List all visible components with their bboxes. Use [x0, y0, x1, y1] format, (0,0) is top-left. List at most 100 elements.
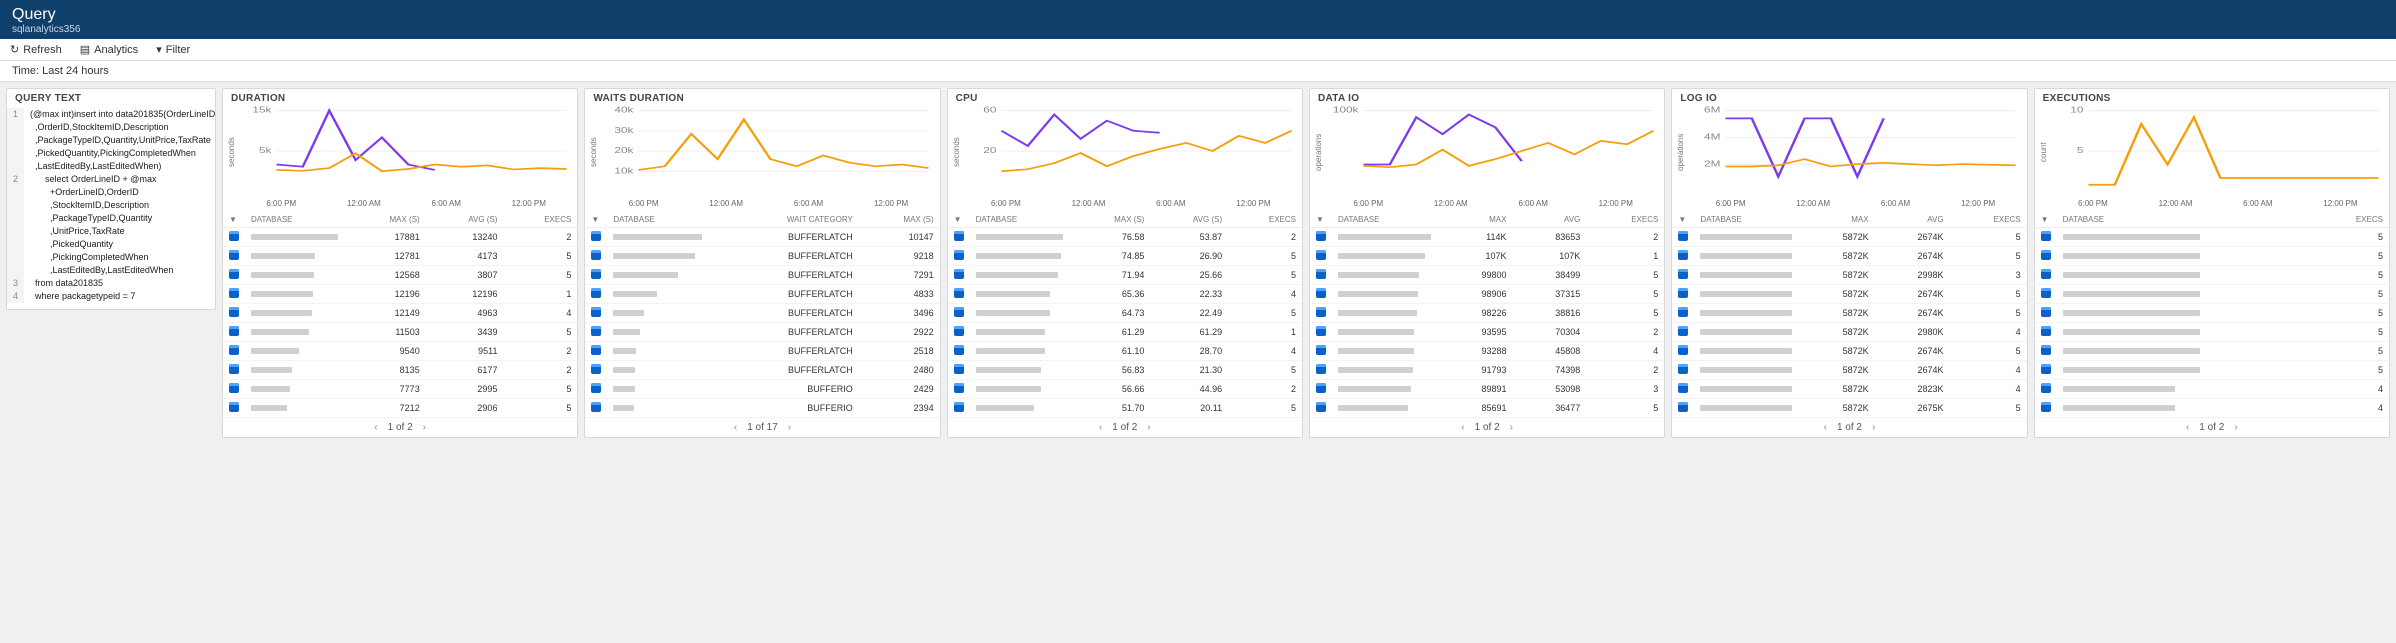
- col-header[interactable]: DATABASE: [607, 212, 709, 228]
- table-row[interactable]: 12196121961: [223, 285, 577, 304]
- pager-prev[interactable]: ‹: [2186, 422, 2189, 433]
- table-row[interactable]: 61.1028.704: [948, 342, 1302, 361]
- col-header[interactable]: DATABASE: [1332, 212, 1439, 228]
- funnel-icon[interactable]: ▼: [2041, 215, 2049, 224]
- funnel-icon[interactable]: ▼: [1316, 215, 1324, 224]
- pager-prev[interactable]: ‹: [734, 422, 737, 433]
- table-row[interactable]: 98226388165: [1310, 304, 1664, 323]
- col-header[interactable]: EXECS: [1950, 212, 2027, 228]
- table-row[interactable]: 5: [2035, 266, 2389, 285]
- table-row[interactable]: 777329955: [223, 380, 577, 399]
- col-header[interactable]: MAX: [1800, 212, 1875, 228]
- table-row[interactable]: 5872K2675K5: [1672, 399, 2026, 418]
- col-header[interactable]: EXECS: [1228, 212, 1302, 228]
- table-row[interactable]: 4: [2035, 380, 2389, 399]
- table-row[interactable]: 4: [2035, 399, 2389, 418]
- table-row[interactable]: 5872K2998K3: [1672, 266, 2026, 285]
- table-row[interactable]: 93595703042: [1310, 323, 1664, 342]
- table-row[interactable]: 56.6644.962: [948, 380, 1302, 399]
- table-row[interactable]: 5: [2035, 247, 2389, 266]
- table-row[interactable]: BUFFERLATCH9218: [585, 247, 939, 266]
- table-row[interactable]: 1150334395: [223, 323, 577, 342]
- table-row[interactable]: 65.3622.334: [948, 285, 1302, 304]
- table-row[interactable]: BUFFERLATCH2518: [585, 342, 939, 361]
- table-row[interactable]: 5: [2035, 361, 2389, 380]
- table-row[interactable]: 954095112: [223, 342, 577, 361]
- col-header[interactable]: MAX: [1439, 212, 1513, 228]
- table-row[interactable]: 1256838075: [223, 266, 577, 285]
- table-row[interactable]: 76.5853.872: [948, 228, 1302, 247]
- pager-prev[interactable]: ‹: [1461, 422, 1464, 433]
- table-row[interactable]: 721229065: [223, 399, 577, 418]
- table-row[interactable]: 85691364775: [1310, 399, 1664, 418]
- col-header[interactable]: DATABASE: [2057, 212, 2209, 228]
- table-row[interactable]: 64.7322.495: [948, 304, 1302, 323]
- funnel-icon[interactable]: ▼: [591, 215, 599, 224]
- col-header[interactable]: EXECS: [503, 212, 577, 228]
- table-row[interactable]: 5872K2674K5: [1672, 304, 2026, 323]
- table-row[interactable]: 107K107K1: [1310, 247, 1664, 266]
- pager-prev[interactable]: ‹: [1824, 422, 1827, 433]
- col-header[interactable]: WAIT CATEGORY: [710, 212, 859, 228]
- pager-prev[interactable]: ‹: [1099, 422, 1102, 433]
- col-header[interactable]: MAX (S): [859, 212, 940, 228]
- pager-next[interactable]: ›: [1872, 422, 1875, 433]
- table-row[interactable]: BUFFERLATCH4833: [585, 285, 939, 304]
- table-row[interactable]: BUFFERLATCH7291: [585, 266, 939, 285]
- table-row[interactable]: 5872K2674K5: [1672, 228, 2026, 247]
- table-row[interactable]: 5872K2674K4: [1672, 361, 2026, 380]
- pager-next[interactable]: ›: [2234, 422, 2237, 433]
- col-header[interactable]: EXECS: [2277, 212, 2389, 228]
- table-row[interactable]: 5: [2035, 285, 2389, 304]
- table-row[interactable]: 5872K2823K4: [1672, 380, 2026, 399]
- table-row[interactable]: 1278141735: [223, 247, 577, 266]
- table-row[interactable]: 1214949634: [223, 304, 577, 323]
- col-header[interactable]: AVG: [1875, 212, 1950, 228]
- col-header[interactable]: DATABASE: [1694, 212, 1799, 228]
- analytics-button[interactable]: ▤ Analytics: [80, 43, 138, 56]
- pager-next[interactable]: ›: [1510, 422, 1513, 433]
- table-row[interactable]: 89891530983: [1310, 380, 1664, 399]
- table-row[interactable]: BUFFERLATCH10147: [585, 228, 939, 247]
- table-row[interactable]: 98906373155: [1310, 285, 1664, 304]
- table-row[interactable]: BUFFERLATCH2922: [585, 323, 939, 342]
- col-header[interactable]: MAX (S): [346, 212, 426, 228]
- col-header[interactable]: [2209, 212, 2243, 228]
- col-header[interactable]: AVG: [1512, 212, 1586, 228]
- table-row[interactable]: BUFFERLATCH2480: [585, 361, 939, 380]
- col-header[interactable]: EXECS: [1586, 212, 1664, 228]
- refresh-button[interactable]: ↻ Refresh: [10, 43, 62, 56]
- pager-prev[interactable]: ‹: [374, 422, 377, 433]
- table-row[interactable]: 5872K2674K5: [1672, 342, 2026, 361]
- table-row[interactable]: 5: [2035, 323, 2389, 342]
- table-row[interactable]: BUFFERIO2429: [585, 380, 939, 399]
- table-row[interactable]: 5872K2674K5: [1672, 247, 2026, 266]
- col-header[interactable]: [2243, 212, 2277, 228]
- table-row[interactable]: BUFFERLATCH3496: [585, 304, 939, 323]
- table-row[interactable]: 71.9425.665: [948, 266, 1302, 285]
- table-row[interactable]: 5: [2035, 228, 2389, 247]
- table-row[interactable]: 61.2961.291: [948, 323, 1302, 342]
- funnel-icon[interactable]: ▼: [954, 215, 962, 224]
- table-row[interactable]: 99800384995: [1310, 266, 1664, 285]
- table-row[interactable]: 5872K2674K5: [1672, 285, 2026, 304]
- table-row[interactable]: 74.8526.905: [948, 247, 1302, 266]
- pager-next[interactable]: ›: [788, 422, 791, 433]
- table-row[interactable]: 93288458084: [1310, 342, 1664, 361]
- col-header[interactable]: MAX (S): [1071, 212, 1151, 228]
- table-row[interactable]: 5: [2035, 342, 2389, 361]
- query-code[interactable]: (@max int)insert into data201835(OrderLi…: [24, 108, 215, 303]
- table-row[interactable]: 813561772: [223, 361, 577, 380]
- filter-button[interactable]: ▾ Filter: [156, 43, 190, 56]
- table-row[interactable]: 17881132402: [223, 228, 577, 247]
- table-row[interactable]: 56.8321.305: [948, 361, 1302, 380]
- col-header[interactable]: DATABASE: [245, 212, 346, 228]
- table-row[interactable]: 5872K2980K4: [1672, 323, 2026, 342]
- col-header[interactable]: AVG (S): [1150, 212, 1228, 228]
- funnel-icon[interactable]: ▼: [1678, 215, 1686, 224]
- table-row[interactable]: 114K836532: [1310, 228, 1664, 247]
- funnel-icon[interactable]: ▼: [229, 215, 237, 224]
- table-row[interactable]: 5: [2035, 304, 2389, 323]
- table-row[interactable]: BUFFERIO2394: [585, 399, 939, 418]
- table-row[interactable]: 91793743982: [1310, 361, 1664, 380]
